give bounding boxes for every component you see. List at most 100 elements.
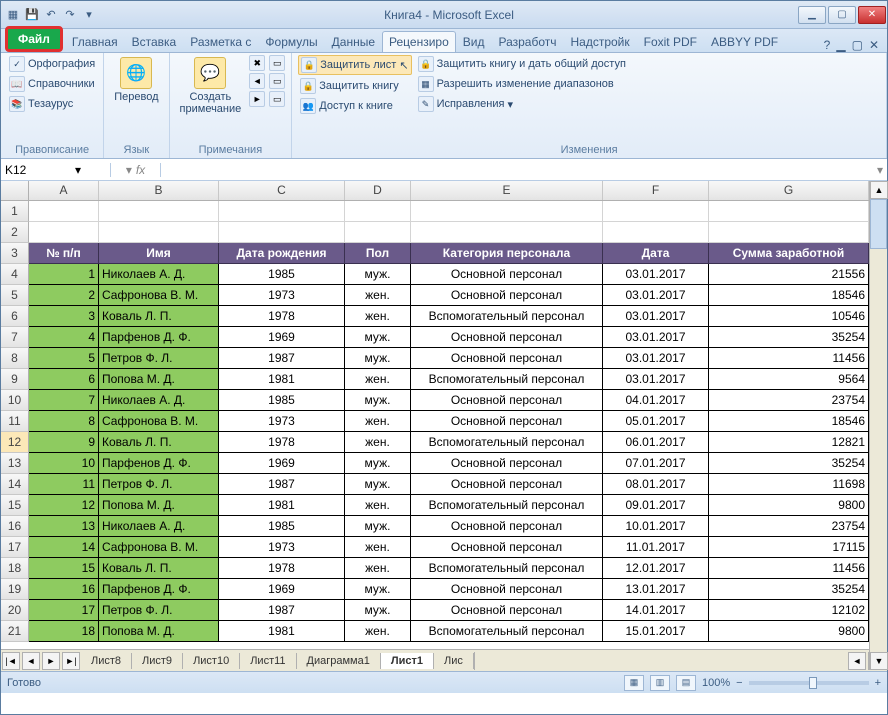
cell[interactable]: 12102 bbox=[709, 600, 869, 621]
show-all-comments-icon[interactable]: ▭ bbox=[269, 73, 285, 89]
scroll-down-button[interactable]: ▼ bbox=[870, 652, 888, 670]
cell[interactable]: 1981 bbox=[219, 369, 345, 390]
row-header[interactable]: 7 bbox=[1, 327, 29, 348]
cell[interactable]: 1981 bbox=[219, 495, 345, 516]
row-header[interactable]: 9 bbox=[1, 369, 29, 390]
cell[interactable]: 18546 bbox=[709, 411, 869, 432]
hscroll-left[interactable]: ◄ bbox=[848, 652, 866, 670]
cell[interactable]: 1978 bbox=[219, 306, 345, 327]
delete-comment-icon[interactable]: ✖ bbox=[249, 55, 265, 71]
cell[interactable] bbox=[603, 222, 709, 243]
cell[interactable]: 05.01.2017 bbox=[603, 411, 709, 432]
column-header[interactable]: B bbox=[99, 181, 219, 200]
cell[interactable]: 17115 bbox=[709, 537, 869, 558]
cell[interactable]: 16 bbox=[29, 579, 99, 600]
table-header-cell[interactable]: Дата bbox=[603, 243, 709, 264]
cell[interactable]: 10 bbox=[29, 453, 99, 474]
cell[interactable] bbox=[219, 201, 345, 222]
cell[interactable] bbox=[29, 201, 99, 222]
cell[interactable]: 35254 bbox=[709, 453, 869, 474]
column-header[interactable]: G bbox=[709, 181, 869, 200]
help-icon[interactable]: ? bbox=[824, 38, 831, 52]
cell[interactable]: 23754 bbox=[709, 390, 869, 411]
cell[interactable]: жен. bbox=[345, 306, 411, 327]
cell[interactable]: 17 bbox=[29, 600, 99, 621]
cell[interactable]: 08.01.2017 bbox=[603, 474, 709, 495]
fx-dropdown-icon[interactable]: ▾ bbox=[126, 163, 132, 177]
cell[interactable]: 7 bbox=[29, 390, 99, 411]
sheet-nav-first[interactable]: |◄ bbox=[2, 652, 20, 670]
row-header[interactable]: 21 bbox=[1, 621, 29, 642]
row-header[interactable]: 8 bbox=[1, 348, 29, 369]
cell[interactable]: 13.01.2017 bbox=[603, 579, 709, 600]
cell[interactable]: 09.01.2017 bbox=[603, 495, 709, 516]
cell[interactable]: 35254 bbox=[709, 579, 869, 600]
cell[interactable]: 1973 bbox=[219, 537, 345, 558]
table-header-cell[interactable]: Пол bbox=[345, 243, 411, 264]
ribbon-tab[interactable]: Надстройк bbox=[564, 31, 637, 52]
cell[interactable]: Парфенов Д. Ф. bbox=[99, 327, 219, 348]
ribbon-tab[interactable]: Разработч bbox=[491, 31, 563, 52]
table-header-cell[interactable]: Сумма заработной bbox=[709, 243, 869, 264]
cell[interactable]: муж. bbox=[345, 348, 411, 369]
row-header[interactable]: 5 bbox=[1, 285, 29, 306]
cell[interactable]: 06.01.2017 bbox=[603, 432, 709, 453]
cell[interactable]: Основной персонал bbox=[411, 453, 603, 474]
cell[interactable]: 9800 bbox=[709, 621, 869, 642]
row-header[interactable]: 10 bbox=[1, 390, 29, 411]
cell[interactable]: 10546 bbox=[709, 306, 869, 327]
cell[interactable]: Коваль Л. П. bbox=[99, 306, 219, 327]
cell[interactable]: жен. bbox=[345, 558, 411, 579]
cell[interactable]: 5 bbox=[29, 348, 99, 369]
share-workbook-button[interactable]: 👥Доступ к книге bbox=[298, 97, 411, 115]
cell[interactable]: 1973 bbox=[219, 411, 345, 432]
protect-sheet-button[interactable]: 🔒Защитить лист↖ bbox=[298, 55, 411, 75]
table-header-cell[interactable]: № п/п bbox=[29, 243, 99, 264]
cell[interactable]: 9800 bbox=[709, 495, 869, 516]
cell[interactable]: 23754 bbox=[709, 516, 869, 537]
row-header[interactable]: 14 bbox=[1, 474, 29, 495]
cell[interactable] bbox=[345, 222, 411, 243]
track-changes-button[interactable]: ✎Исправления ▾ bbox=[416, 95, 628, 113]
ribbon-tab[interactable]: Вставка bbox=[125, 31, 184, 52]
sheet-nav-last[interactable]: ►| bbox=[62, 652, 80, 670]
cell[interactable]: 03.01.2017 bbox=[603, 285, 709, 306]
cell[interactable]: Вспомогательный персонал bbox=[411, 306, 603, 327]
file-tab[interactable]: Файл bbox=[5, 26, 63, 52]
cell[interactable]: 1987 bbox=[219, 348, 345, 369]
cell[interactable] bbox=[603, 201, 709, 222]
cell[interactable] bbox=[345, 201, 411, 222]
show-comment-icon[interactable]: ▭ bbox=[269, 55, 285, 71]
cell[interactable]: 03.01.2017 bbox=[603, 369, 709, 390]
cell[interactable]: муж. bbox=[345, 453, 411, 474]
cell[interactable]: 12821 bbox=[709, 432, 869, 453]
ribbon-min-icon[interactable]: ▁ bbox=[836, 38, 845, 52]
cell[interactable]: 21556 bbox=[709, 264, 869, 285]
cell[interactable] bbox=[411, 222, 603, 243]
ribbon-tab[interactable]: Разметка с bbox=[183, 31, 258, 52]
cell[interactable]: 11456 bbox=[709, 558, 869, 579]
row-header[interactable]: 18 bbox=[1, 558, 29, 579]
ribbon-tab[interactable]: Вид bbox=[456, 31, 492, 52]
cell[interactable]: 18 bbox=[29, 621, 99, 642]
cell[interactable]: Петров Ф. Л. bbox=[99, 600, 219, 621]
table-header-cell[interactable]: Дата рождения bbox=[219, 243, 345, 264]
thesaurus-button[interactable]: 📚Тезаурус bbox=[7, 95, 97, 113]
row-header[interactable]: 16 bbox=[1, 516, 29, 537]
cell[interactable]: Основной персонал bbox=[411, 411, 603, 432]
view-pagebreak-button[interactable]: ▤ bbox=[676, 675, 696, 691]
cell[interactable]: 1985 bbox=[219, 264, 345, 285]
cell[interactable]: 03.01.2017 bbox=[603, 327, 709, 348]
doc-max-icon[interactable]: ▢ bbox=[852, 38, 863, 52]
undo-icon[interactable]: ↶ bbox=[43, 7, 59, 23]
new-comment-button[interactable]: 💬 Создать примечание bbox=[176, 55, 246, 117]
cell[interactable]: 03.01.2017 bbox=[603, 264, 709, 285]
cell[interactable]: Основной персонал bbox=[411, 285, 603, 306]
cell[interactable]: 11456 bbox=[709, 348, 869, 369]
sheet-nav-next[interactable]: ► bbox=[42, 652, 60, 670]
cell[interactable]: Вспомогательный персонал bbox=[411, 432, 603, 453]
cell[interactable]: 1985 bbox=[219, 390, 345, 411]
cell[interactable]: 14.01.2017 bbox=[603, 600, 709, 621]
protect-share-button[interactable]: 🔒Защитить книгу и дать общий доступ bbox=[416, 55, 628, 73]
cell[interactable]: 2 bbox=[29, 285, 99, 306]
